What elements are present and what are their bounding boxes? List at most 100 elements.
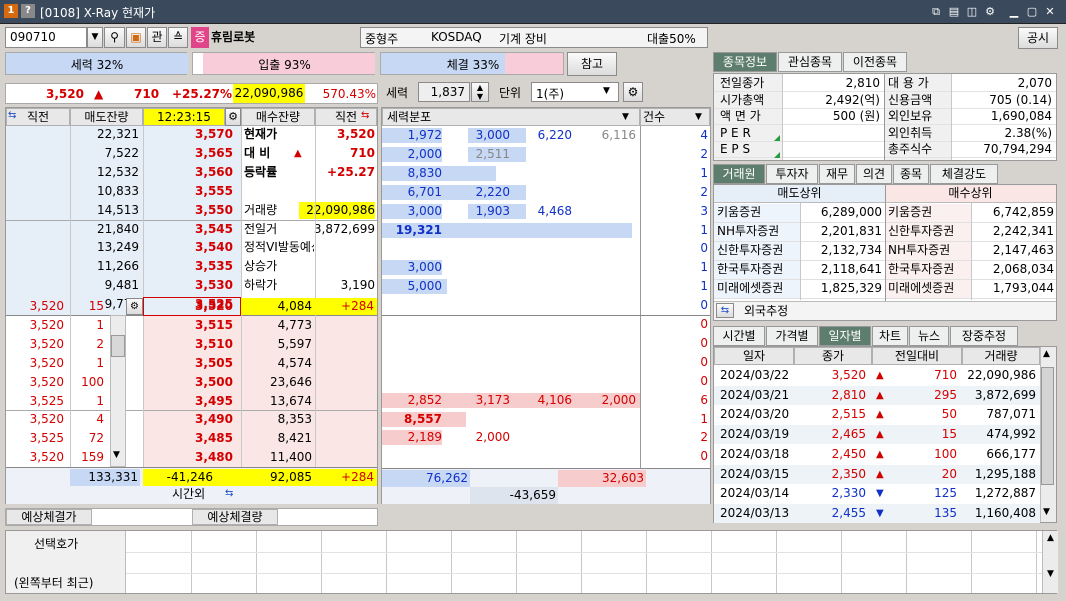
- ask-count: 2: [700, 146, 708, 161]
- broker-col-line: [971, 203, 972, 300]
- tab-daily_tabs-4[interactable]: 뉴스: [909, 326, 949, 346]
- ask-force-value: 3,000: [407, 260, 442, 275]
- broker-sell-value: 6,289,000: [820, 205, 882, 219]
- help-icon[interactable]: ?: [21, 4, 35, 18]
- ask-force-value: 8,830: [407, 165, 442, 180]
- tab-broker_tabs-1[interactable]: 투자자: [766, 164, 818, 184]
- gear-icon[interactable]: ⚙: [982, 4, 998, 20]
- ask-force-value: 3,000: [475, 128, 510, 142]
- capture-icon[interactable]: ◫: [964, 4, 980, 20]
- code-dropdown-icon[interactable]: ▼: [87, 27, 103, 48]
- count-dropdown-icon[interactable]: ▼: [695, 112, 702, 122]
- bid-scroll-thumb[interactable]: [111, 335, 125, 357]
- daily-volume: 787,071: [986, 407, 1036, 422]
- tab-daily_tabs-2[interactable]: 일자별: [819, 326, 871, 346]
- ask-price: 3,535: [195, 259, 233, 274]
- bid-prev-price: 3,520: [29, 450, 64, 465]
- col-line: [241, 126, 242, 504]
- stock-code-input[interactable]: 090710: [5, 27, 87, 48]
- daily-change: 20: [941, 466, 957, 481]
- restore-icon[interactable]: ▢: [1024, 4, 1040, 20]
- time-gear-icon[interactable]: ⚙: [225, 108, 241, 126]
- power-value-input[interactable]: 1,837: [418, 82, 470, 102]
- daily-scroll-down-icon[interactable]: ▼: [1043, 507, 1050, 517]
- dist-dropdown-icon[interactable]: ▼: [622, 112, 629, 122]
- daily-header: 거래량: [962, 347, 1040, 365]
- after-hours-swap-icon[interactable]: ⇆: [225, 488, 233, 499]
- bid-qty: 5,597: [277, 336, 312, 351]
- minimize-icon[interactable]: ▁: [1006, 4, 1022, 20]
- tab-right_tabs-2[interactable]: 이전종목: [843, 52, 907, 72]
- ask-count: 1: [700, 165, 708, 180]
- swap-left-icon[interactable]: ⇆: [8, 110, 16, 121]
- daily-scroll-up-icon[interactable]: ▲: [1043, 349, 1050, 359]
- tab-daily_tabs-5[interactable]: 장중추정: [950, 326, 1018, 346]
- link-icon[interactable]: ⧉: [928, 4, 944, 20]
- broker-panel: 매도상위 매수상위 키움증권 6,289,000 키움증권 6,742,859 NH투자증권…: [713, 184, 1057, 321]
- bottom-scrollbar[interactable]: ▲ ▼: [1042, 531, 1058, 593]
- daily-date: 2024/03/20: [720, 407, 790, 422]
- stock-category-bar: 중형주 KOSDAQ 기계 장비 대출50%: [360, 27, 708, 48]
- broker-sell-name: 키움증권: [717, 205, 762, 219]
- tab-broker_tabs-2[interactable]: 재무: [819, 164, 855, 184]
- tab-daily_tabs-0[interactable]: 시간별: [713, 326, 765, 346]
- daily-close: 2,330: [831, 486, 866, 501]
- daily-volume: 22,090,986: [967, 368, 1036, 382]
- tab-broker_tabs-5[interactable]: 체결강도: [930, 164, 998, 184]
- folder-icon[interactable]: ▣: [126, 27, 146, 48]
- daily-change: 125: [934, 486, 957, 501]
- tab-right_tabs-0[interactable]: 종목정보: [713, 52, 777, 72]
- ask-price: 3,540: [195, 240, 233, 255]
- swap-right-icon[interactable]: ⇆: [361, 110, 369, 121]
- summary-volume: 22,090,986: [233, 84, 305, 103]
- quote-col-line: [451, 531, 452, 593]
- quote-col-line: [386, 531, 387, 593]
- tab-broker_tabs-3[interactable]: 의견: [856, 164, 892, 184]
- quote-col-line: [516, 531, 517, 593]
- bid-prev-price: 3,525: [29, 431, 64, 446]
- bid-count: 0: [700, 354, 708, 369]
- power-spinner[interactable]: ▲ ▼: [471, 82, 489, 102]
- dist-total-bid: 32,603: [558, 470, 646, 487]
- price-summary: 3,520 ▲ 710 +25.27% 22,090,986 570.43%: [5, 83, 378, 104]
- scroll-down-icon[interactable]: ▼: [113, 450, 120, 460]
- tab-broker_tabs-4[interactable]: 종목: [893, 164, 929, 184]
- ask-price: 3,545: [195, 221, 233, 236]
- ask-count: 1: [700, 260, 708, 275]
- tab-daily_tabs-3[interactable]: 차트: [872, 326, 908, 346]
- window-number-icon: 1: [4, 4, 18, 18]
- ask-qty: 13,249: [97, 240, 139, 255]
- broker-sell-name: NH투자증권: [717, 224, 780, 238]
- info-left-value: 2,492(억): [825, 92, 880, 107]
- ask-force-value: 6,701: [407, 184, 442, 199]
- unit-gear-icon[interactable]: ⚙: [623, 82, 643, 102]
- broker-buy-name: 한국투자증권: [888, 262, 955, 276]
- broker-buy-name: 미래에셋증권: [888, 281, 955, 295]
- bid-prev-count: 72: [88, 431, 104, 446]
- gwan-button[interactable]: 관: [147, 27, 167, 48]
- info-value: [306, 239, 375, 256]
- bid-force-value: 2,852: [407, 392, 442, 407]
- expected-exec-bar: 예상체결가 예상체결량: [5, 508, 378, 526]
- bid-qty: 23,646: [270, 374, 312, 389]
- notice-button[interactable]: 공시: [1018, 27, 1058, 49]
- daily-close: 2,455: [831, 505, 866, 520]
- print-icon[interactable]: ▤: [946, 4, 962, 20]
- info-left-key: P E R: [720, 125, 751, 140]
- tab-daily_tabs-1[interactable]: 가격별: [766, 326, 818, 346]
- search-icon[interactable]: ⚲: [104, 27, 125, 48]
- bid-prev-count: 100: [81, 374, 104, 389]
- close-icon[interactable]: ✕: [1042, 4, 1058, 20]
- daily-scroll-thumb[interactable]: [1041, 367, 1054, 485]
- stock-name: 휴림로봇: [211, 30, 256, 44]
- foreign-swap-icon[interactable]: ⇆: [716, 303, 734, 318]
- orderbook-gear-icon[interactable]: ⚙: [126, 298, 143, 315]
- reference-button[interactable]: 참고: [567, 52, 617, 76]
- tab-right_tabs-1[interactable]: 관심종목: [778, 52, 842, 72]
- unit-dropdown-icon[interactable]: ▼: [603, 86, 610, 96]
- dropdown-menu-icon[interactable]: ≙: [168, 27, 188, 48]
- daily-date: 2024/03/13: [720, 505, 790, 520]
- broker-sell-value: 1,825,329: [820, 281, 882, 295]
- tab-broker_tabs-0[interactable]: 거래원: [713, 164, 765, 184]
- exec-ratio-label: 체결 33%: [446, 58, 500, 72]
